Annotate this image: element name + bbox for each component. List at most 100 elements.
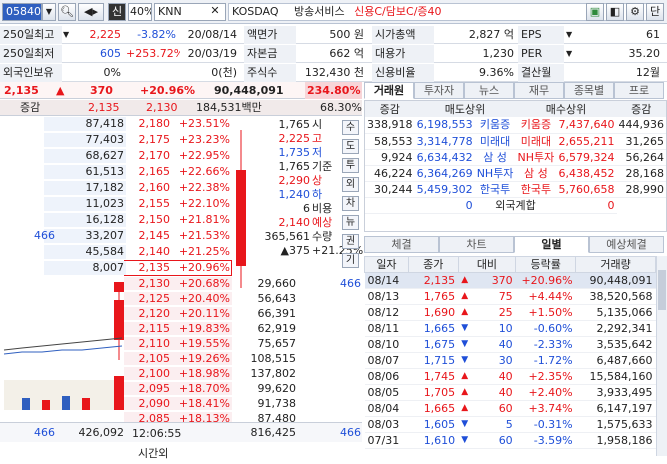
price-stat: 1,765 기준 — [278, 160, 333, 173]
daily-row[interactable]: 08/11 1,665 ▼ 10 -0.60% 2,292,341 — [364, 320, 656, 337]
broker-row[interactable]: 58,553 3,314,778 미래대 미래대 2,655,211 31,265 — [365, 133, 666, 150]
gear-icon[interactable]: ⚙ — [626, 3, 644, 21]
daily-row[interactable]: 08/06 1,745 ▲ 40 +2.35% 15,584,160 — [364, 368, 656, 385]
price-stat: 1,240 하 — [278, 188, 323, 201]
down-arrow-icon: ▼ — [461, 323, 469, 333]
volume-rate: 234.80% — [305, 82, 363, 99]
quote-bar: 2,135 ▲ 370 +20.96% 90,448,091 234.80% — [0, 82, 363, 99]
toolbar: 058400 ▼ 🔍︎ ◀▸ 신 40% KNN ✕ KOSDAQ 방송서비스 … — [0, 0, 667, 24]
up-arrow-icon: ▲ — [461, 307, 469, 317]
daily-table: 일자 종가 대비 등락률 거래량 08/14 2,135 ▲ 370 +20.96% 90… — [364, 256, 656, 449]
ask-row[interactable]: 8,007 2,135 +20.96% — [44, 260, 232, 276]
broker-panel: 증감 매도상위 매수상위 증감 338,918 6,198,553 키움증 키움증 7,… — [364, 100, 667, 232]
tab-3[interactable]: 재무 — [514, 82, 564, 99]
up-arrow-icon: ▲ — [461, 275, 469, 285]
credit-badge[interactable]: 신 — [108, 3, 126, 21]
stock-code-input[interactable]: 058400 — [2, 3, 42, 21]
order-book-footer: 466 426,092 12:06:55 시간외 816,425 466 — [0, 422, 362, 460]
daily-panel: 일자 종가 대비 등락률 거래량 08/14 2,135 ▲ 370 +20.96% 90… — [364, 256, 667, 456]
price-change: 370 — [90, 84, 113, 97]
foreign-total-row: 0 외국계합 0 — [365, 197, 666, 214]
down-arrow-icon: ▼ — [461, 339, 469, 349]
tab-5[interactable]: 프로 — [614, 82, 664, 99]
daily-candle-chart — [3, 282, 124, 410]
tab-bottom-2[interactable]: 일별 — [514, 236, 589, 253]
price-stat: 2,225 고 — [278, 132, 323, 145]
side-tab[interactable]: 외 — [342, 177, 359, 192]
doc-icon[interactable]: ▣ — [586, 3, 604, 21]
scrollbar[interactable] — [656, 256, 667, 456]
close-icon[interactable]: ✕ — [206, 3, 224, 21]
up-arrow-icon: ▲ — [461, 371, 469, 381]
broker-row[interactable]: 46,224 6,364,269 NH투자 삼 성 6,438,452 28,168 — [365, 165, 666, 182]
price-stat: 2,290 상 — [278, 174, 323, 187]
per-dropdown-icon[interactable]: ▼ — [566, 45, 576, 63]
change-rate: +20.96% — [140, 84, 196, 97]
eps-dropdown-icon[interactable]: ▼ — [566, 26, 576, 44]
info-row-foreign: 외국인보유 0% 0(천) 주식수 132,430 천 신용비율 9.36% 결… — [0, 64, 667, 82]
down-arrow-icon: ▼ — [461, 435, 469, 445]
down-arrow-icon: ▼ — [461, 355, 469, 365]
side-tab[interactable]: 수 — [342, 120, 359, 135]
price-stat: 6 비용 — [303, 202, 333, 215]
info-row-high: 250일최고 ▼ 2,225 -3.82% 20/08/14 액면가 500 원… — [0, 26, 667, 44]
market-label: KOSDAQ — [232, 5, 279, 18]
tab-0[interactable]: 거래원 — [364, 82, 414, 99]
info-row-low: 250일최저 605 +253.72% 20/03/19 자본금 662 억 대… — [0, 45, 667, 63]
order-book-header: 증감 2,135 2,130 184,531백만 68.30% — [0, 100, 362, 116]
tab-4[interactable]: 종목별 — [564, 82, 614, 99]
current-price: 2,135 — [4, 84, 39, 97]
daily-row[interactable]: 08/10 1,675 ▼ 40 -2.33% 3,535,642 — [364, 336, 656, 353]
broker-row[interactable]: 30,244 5,459,302 한국투 한국투 5,760,658 28,990 — [365, 181, 666, 198]
side-tab[interactable]: 뉴 — [342, 215, 359, 230]
daily-row[interactable]: 08/07 1,715 ▼ 30 -1.72% 6,487,660 — [364, 352, 656, 369]
tab-bottom-0[interactable]: 체결 — [364, 236, 439, 253]
volume: 90,448,091 — [214, 84, 284, 97]
tab-2[interactable]: 뉴스 — [464, 82, 514, 99]
side-tab[interactable]: 기 — [342, 253, 359, 268]
margin-rate: 40% — [128, 3, 152, 21]
price-stat: 365,561 수량 — [264, 230, 333, 243]
daily-row[interactable]: 08/03 1,605 ▼ 5 -0.31% 1,575,633 — [364, 416, 656, 433]
up-arrow-icon: ▲ — [461, 387, 469, 397]
daily-row[interactable]: 08/12 1,690 ▲ 25 +1.50% 5,135,066 — [364, 304, 656, 321]
layout-icon[interactable]: ◧ — [606, 3, 624, 21]
credit-tags: 신용C/담보C/증40 — [354, 5, 442, 18]
side-tab[interactable]: 도 — [342, 139, 359, 154]
tab-bottom-3[interactable]: 예상체결 — [589, 236, 664, 253]
time-label: 12:06:55 시간외 — [132, 427, 182, 460]
price-stat: 2,140 예상 — [278, 216, 333, 229]
tab-1[interactable]: 투자자 — [414, 82, 464, 99]
sector-label: 방송서비스 — [294, 5, 345, 18]
single-button[interactable]: 단 — [646, 3, 664, 21]
stock-info-table: 250일최고 ▼ 2,225 -3.82% 20/08/14 액면가 500 원… — [0, 26, 667, 86]
tab-bottom-1[interactable]: 차트 — [439, 236, 514, 253]
daily-row[interactable]: 08/05 1,705 ▲ 40 +2.40% 3,933,495 — [364, 384, 656, 401]
chevron-down-icon[interactable]: ▼ — [63, 26, 73, 44]
daily-row[interactable]: 08/04 1,665 ▲ 60 +3.74% 6,147,197 — [364, 400, 656, 417]
right-bottom-tabs: 체결 차트 일별 예상체결 — [364, 236, 664, 253]
broker-row[interactable]: 338,918 6,198,553 키움증 키움증 7,437,640 444,936 — [365, 117, 666, 134]
up-arrow-icon: ▲ — [461, 291, 469, 301]
up-arrow-icon: ▲ — [461, 403, 469, 413]
side-tab[interactable]: 권 — [342, 234, 359, 249]
up-arrow-icon: ▲ — [56, 84, 65, 97]
price-stat: 1,765 시 — [278, 118, 323, 131]
price-stat: 1,735 저 — [278, 146, 323, 159]
speaker-icon[interactable]: ◀▸ — [78, 3, 104, 21]
broker-table: 증감 매도상위 매수상위 증감 338,918 6,198,553 키움증 키움증 7,… — [365, 101, 666, 214]
search-icon[interactable]: 🔍︎ — [58, 3, 76, 21]
scrollbar-thumb[interactable] — [658, 270, 666, 310]
order-book: 증감 2,135 2,130 184,531백만 68.30% 87,418 2,… — [0, 100, 364, 460]
intraday-candle-chart — [236, 130, 246, 288]
daily-row[interactable]: 08/13 1,765 ▲ 75 +4.44% 38,520,568 — [364, 288, 656, 305]
price-stat: ▲375 +21.25% — [280, 244, 364, 257]
broker-row[interactable]: 9,924 6,634,432 삼 성 NH투자 6,579,324 56,264 — [365, 149, 666, 166]
side-tab[interactable]: 투 — [342, 158, 359, 173]
down-arrow-icon: ▼ — [461, 419, 469, 429]
side-tab[interactable]: 차 — [342, 196, 359, 211]
code-dropdown-icon[interactable]: ▼ — [42, 3, 56, 21]
right-top-tabs: 거래원 투자자 뉴스 재무 종목별 프로 — [364, 82, 664, 99]
daily-row[interactable]: 08/14 2,135 ▲ 370 +20.96% 90,448,091 — [364, 272, 656, 289]
daily-row[interactable]: 07/31 1,610 ▼ 60 -3.59% 1,958,186 — [364, 432, 656, 449]
